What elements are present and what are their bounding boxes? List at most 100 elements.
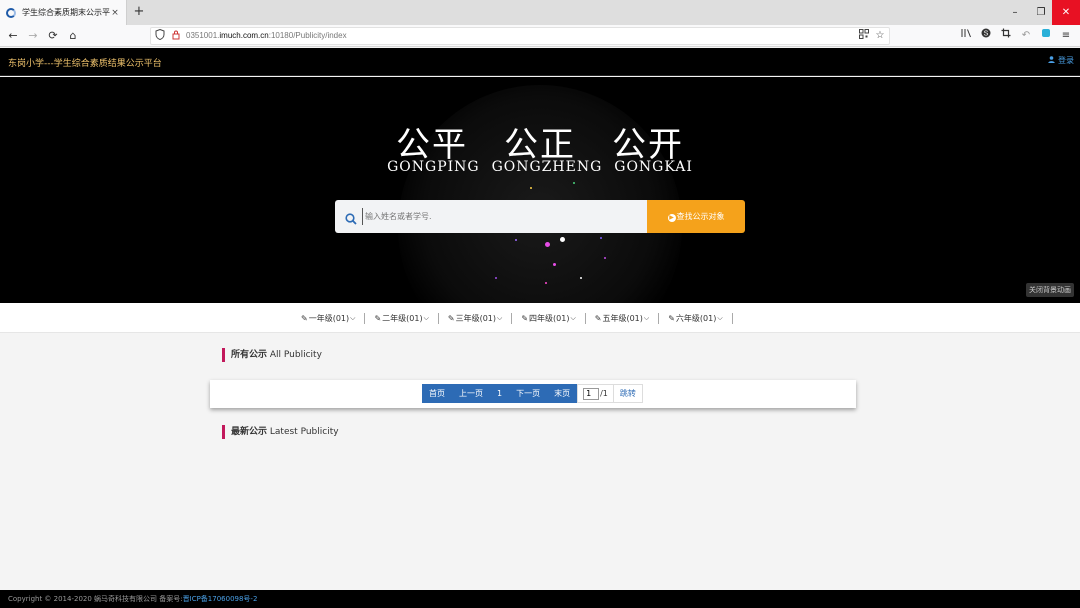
section-title-en: All Publicity: [269, 350, 322, 360]
chevron-down-icon: ⌵: [570, 313, 576, 322]
last-page-button[interactable]: 末页: [547, 384, 578, 403]
url-bar[interactable]: 0351001.imuch.com.cn:10180/Publicity/ind…: [150, 27, 890, 45]
pen-icon: ✎: [374, 313, 382, 323]
grade-menu: ✎ 一年级(01) ⌵ ✎ 二年级(01) ⌵ ✎ 三年级(01) ⌵ ✎ 四年级(01) ⌵ …: [0, 303, 1080, 333]
grade-item-2[interactable]: ✎ 二年级(01) ⌵: [365, 312, 439, 324]
search-icon: [345, 210, 357, 225]
site-favicon-icon: [6, 7, 16, 18]
particle-dot: [600, 237, 602, 239]
tab-title: 学生综合素质期末公示平台: [22, 8, 110, 17]
grade-item-3[interactable]: ✎ 三年级(01) ⌵: [439, 312, 513, 324]
screenshot-icon[interactable]: [998, 28, 1014, 44]
next-page-button[interactable]: 下一页: [509, 384, 548, 403]
section-title-all: 所有公示 All Publicity: [222, 348, 322, 362]
search-button-label: 查找公示对象: [676, 212, 725, 221]
page-number-input[interactable]: [583, 387, 600, 400]
site-header: 东岗小学---学生综合素质结果公示平台 登录: [0, 48, 1080, 76]
current-page[interactable]: 1: [490, 384, 510, 403]
page-total: /1: [600, 389, 608, 398]
slogan-pinyin: GONGPING GONGZHENG GONGKAI: [0, 159, 1080, 175]
particle-dot: [573, 182, 575, 184]
pagination: 首页 上一页 1 下一页 末页 /1 跳转: [422, 384, 643, 403]
user-icon: [1048, 56, 1058, 65]
new-tab-button[interactable]: +: [132, 3, 146, 21]
site-footer: Copyright © 2014-2020 蜗马奇科技有限公司 备案号:晋ICP…: [0, 590, 1080, 608]
jump-button[interactable]: 跳转: [613, 384, 643, 403]
url-text: 0351001.imuch.com.cn:10180/Publicity/ind…: [186, 31, 347, 40]
grade-item-5[interactable]: ✎ 五年级(01) ⌵: [586, 312, 660, 324]
menu-icon[interactable]: ≡: [1058, 28, 1074, 44]
chevron-down-icon: ⌵: [423, 313, 429, 322]
window-close-button[interactable]: ✕: [1052, 0, 1080, 25]
login-label: 登录: [1058, 56, 1074, 65]
sync-icon[interactable]: [1038, 28, 1054, 44]
pen-icon: ✎: [301, 313, 308, 323]
copyright-text: Copyright © 2014-2020 蜗马奇科技有限公司 备案号:: [8, 595, 183, 603]
particle-dot: [580, 277, 582, 279]
arrow-right-icon: ▶: [667, 214, 676, 222]
first-page-button[interactable]: 首页: [422, 384, 452, 403]
particle-dot: [495, 277, 497, 279]
icp-link[interactable]: 晋ICP备17060098号-2: [183, 595, 258, 603]
hero-banner: 公平公正公开 GONGPINGGONGZHENGGONGKAI ▶查找公示对象 …: [0, 77, 1080, 303]
pinyin-word: GONGPING: [387, 159, 480, 175]
grade-label: 三年级(01): [455, 313, 496, 323]
grade-label: 五年级(01): [602, 313, 643, 323]
reload-button[interactable]: ⟳: [45, 28, 61, 44]
tab-close-icon[interactable]: ×: [110, 8, 120, 18]
pen-icon: ✎: [594, 313, 602, 323]
page-input-group: /1: [577, 384, 614, 403]
particle-dot: [553, 263, 556, 266]
star-icon[interactable]: ☆: [873, 29, 887, 43]
site-title[interactable]: 东岗小学---学生综合素质结果公示平台: [8, 56, 162, 69]
section-title-cn: 所有公示: [231, 350, 268, 360]
chevron-down-icon: ⌵: [717, 313, 723, 322]
particle-dot: [530, 187, 532, 189]
back-button[interactable]: ←: [5, 28, 21, 44]
minimize-button[interactable]: –: [1002, 0, 1028, 25]
browser-nav-bar: ← → ⟳ ⌂ 0351001.imuch.com.cn:10180/Publi…: [0, 25, 1080, 47]
grade-item-1[interactable]: ✎ 一年级(01) ⌵: [292, 312, 366, 324]
pen-icon: ✎: [521, 313, 529, 323]
pen-icon: ✎: [668, 313, 675, 323]
library-icon[interactable]: [958, 28, 974, 44]
lock-icon[interactable]: [169, 29, 183, 43]
particle-dot: [545, 242, 550, 247]
extension-icon[interactable]: S: [978, 28, 994, 44]
shield-icon[interactable]: [153, 28, 167, 43]
particle-dot: [515, 239, 517, 241]
pen-icon: ✎: [447, 313, 455, 323]
search-box: [335, 200, 647, 233]
chevron-down-icon: ⌵: [643, 313, 650, 322]
qr-icon[interactable]: [857, 29, 871, 43]
browser-tab-bar: 学生综合素质期末公示平台 × + – ❐ ✕: [0, 0, 1080, 25]
particle-dot: [604, 257, 606, 259]
pinyin-word: GONGKAI: [614, 159, 693, 175]
grade-label: 一年级(01): [308, 313, 350, 323]
bg-animation-toggle[interactable]: 关闭背景动画: [1026, 283, 1074, 297]
undo-icon[interactable]: ↶: [1018, 28, 1034, 44]
restore-button[interactable]: ❐: [1028, 0, 1054, 25]
publicity-list-card: 首页 上一页 1 下一页 末页 /1 跳转: [210, 380, 856, 408]
grade-item-6[interactable]: ✎ 六年级(01) ⌵: [659, 312, 733, 324]
search-bar: ▶查找公示对象: [335, 200, 745, 233]
grade-item-4[interactable]: ✎ 四年级(01) ⌵: [512, 312, 586, 324]
search-input[interactable]: [362, 208, 637, 225]
section-title-en: Latest Publicity: [269, 427, 339, 437]
section-title-latest: 最新公示 Latest Publicity: [222, 425, 339, 439]
grade-label: 四年级(01): [529, 313, 570, 323]
grade-label: 六年级(01): [675, 313, 717, 323]
grade-label: 二年级(01): [382, 313, 423, 323]
chevron-down-icon: ⌵: [350, 313, 356, 322]
login-link[interactable]: 登录: [1048, 55, 1074, 66]
prev-page-button[interactable]: 上一页: [452, 384, 490, 403]
svg-text:S: S: [984, 31, 989, 38]
search-button[interactable]: ▶ 查找公示对象: [647, 200, 745, 233]
forward-button[interactable]: →: [25, 28, 41, 44]
particle-dot: [545, 282, 547, 284]
pinyin-word: GONGZHENG: [491, 159, 603, 175]
section-title-cn: 最新公示: [231, 427, 268, 437]
chevron-down-icon: ⌵: [497, 313, 503, 322]
home-button[interactable]: ⌂: [65, 28, 81, 44]
browser-tab-active[interactable]: 学生综合素质期末公示平台 ×: [0, 0, 127, 25]
